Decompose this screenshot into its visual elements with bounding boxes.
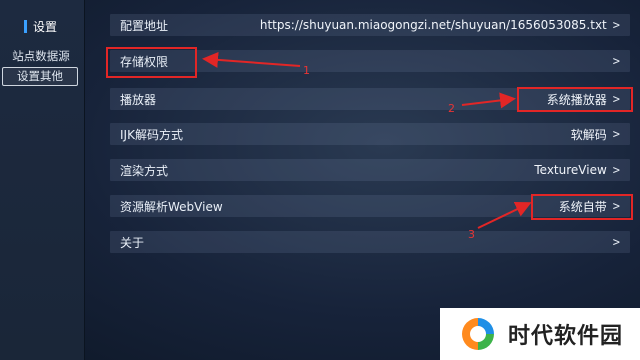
setting-value: TextureView > (534, 163, 620, 177)
setting-label: 渲染方式 (120, 163, 169, 178)
player-value: 系统播放器 (546, 92, 607, 107)
ijk-decode-value: 软解码 (570, 127, 607, 142)
annotation-number-3: 3 (468, 228, 475, 241)
setting-value: 软解码 > (571, 126, 620, 143)
setting-row-storage-permission[interactable]: 存储权限 > (110, 50, 630, 72)
setting-row-render-mode[interactable]: 渲染方式 TextureView > (110, 159, 630, 181)
chevron-right-icon: > (612, 54, 620, 68)
setting-label: 播放器 (120, 92, 157, 107)
setting-row-config-url[interactable]: 配置地址 https://shuyuan.miaogongzi.net/shuy… (110, 14, 630, 36)
sidebar-item-other-settings[interactable]: 设置其他 (2, 67, 78, 86)
setting-value: 系统播放器 > (547, 91, 620, 108)
setting-label: IJK解码方式 (120, 127, 183, 142)
sidebar-item-label: 设置其他 (17, 69, 63, 83)
setting-row-ijk-decode[interactable]: IJK解码方式 软解码 > (110, 123, 630, 145)
setting-value: 系统自带 > (559, 198, 620, 215)
chevron-right-icon: > (612, 18, 620, 32)
title-accent-bar (24, 20, 27, 33)
sidebar-title: 设置 (24, 18, 57, 35)
chevron-right-icon: > (612, 127, 620, 141)
setting-value: > (613, 54, 620, 68)
setting-row-player[interactable]: 播放器 系统播放器 > (110, 88, 630, 110)
setting-label: 关于 (120, 235, 145, 250)
annotation-number-1: 1 (303, 64, 310, 77)
sidebar-divider (84, 0, 85, 360)
setting-row-about[interactable]: 关于 > (110, 231, 630, 253)
annotation-number-2: 2 (448, 102, 455, 115)
sidebar-item-site-source[interactable]: 站点数据源 (6, 48, 76, 64)
config-url-value: https://shuyuan.miaogongzi.net/shuyuan/1… (259, 18, 607, 32)
setting-row-webview[interactable]: 资源解析WebView 系统自带 > (110, 195, 630, 217)
watermark-text: 时代软件园 (508, 324, 624, 349)
render-mode-value: TextureView (534, 163, 607, 177)
sidebar-title-text: 设置 (33, 20, 58, 34)
setting-label: 存储权限 (120, 54, 169, 69)
setting-value: > (613, 235, 620, 249)
webview-value: 系统自带 (558, 199, 607, 214)
sidebar-item-label: 站点数据源 (12, 49, 70, 63)
sidebar: 设置 站点数据源 设置其他 (0, 0, 84, 360)
setting-value: https://shuyuan.miaogongzi.net/shuyuan/1… (260, 18, 620, 32)
chevron-right-icon: > (612, 235, 620, 249)
watermark-logo-icon (458, 314, 498, 354)
chevron-right-icon: > (612, 92, 620, 106)
chevron-right-icon: > (612, 163, 620, 177)
chevron-right-icon: > (612, 199, 620, 213)
setting-label: 资源解析WebView (120, 199, 223, 214)
setting-label: 配置地址 (120, 18, 169, 33)
watermark: 时代软件园 (440, 308, 640, 360)
